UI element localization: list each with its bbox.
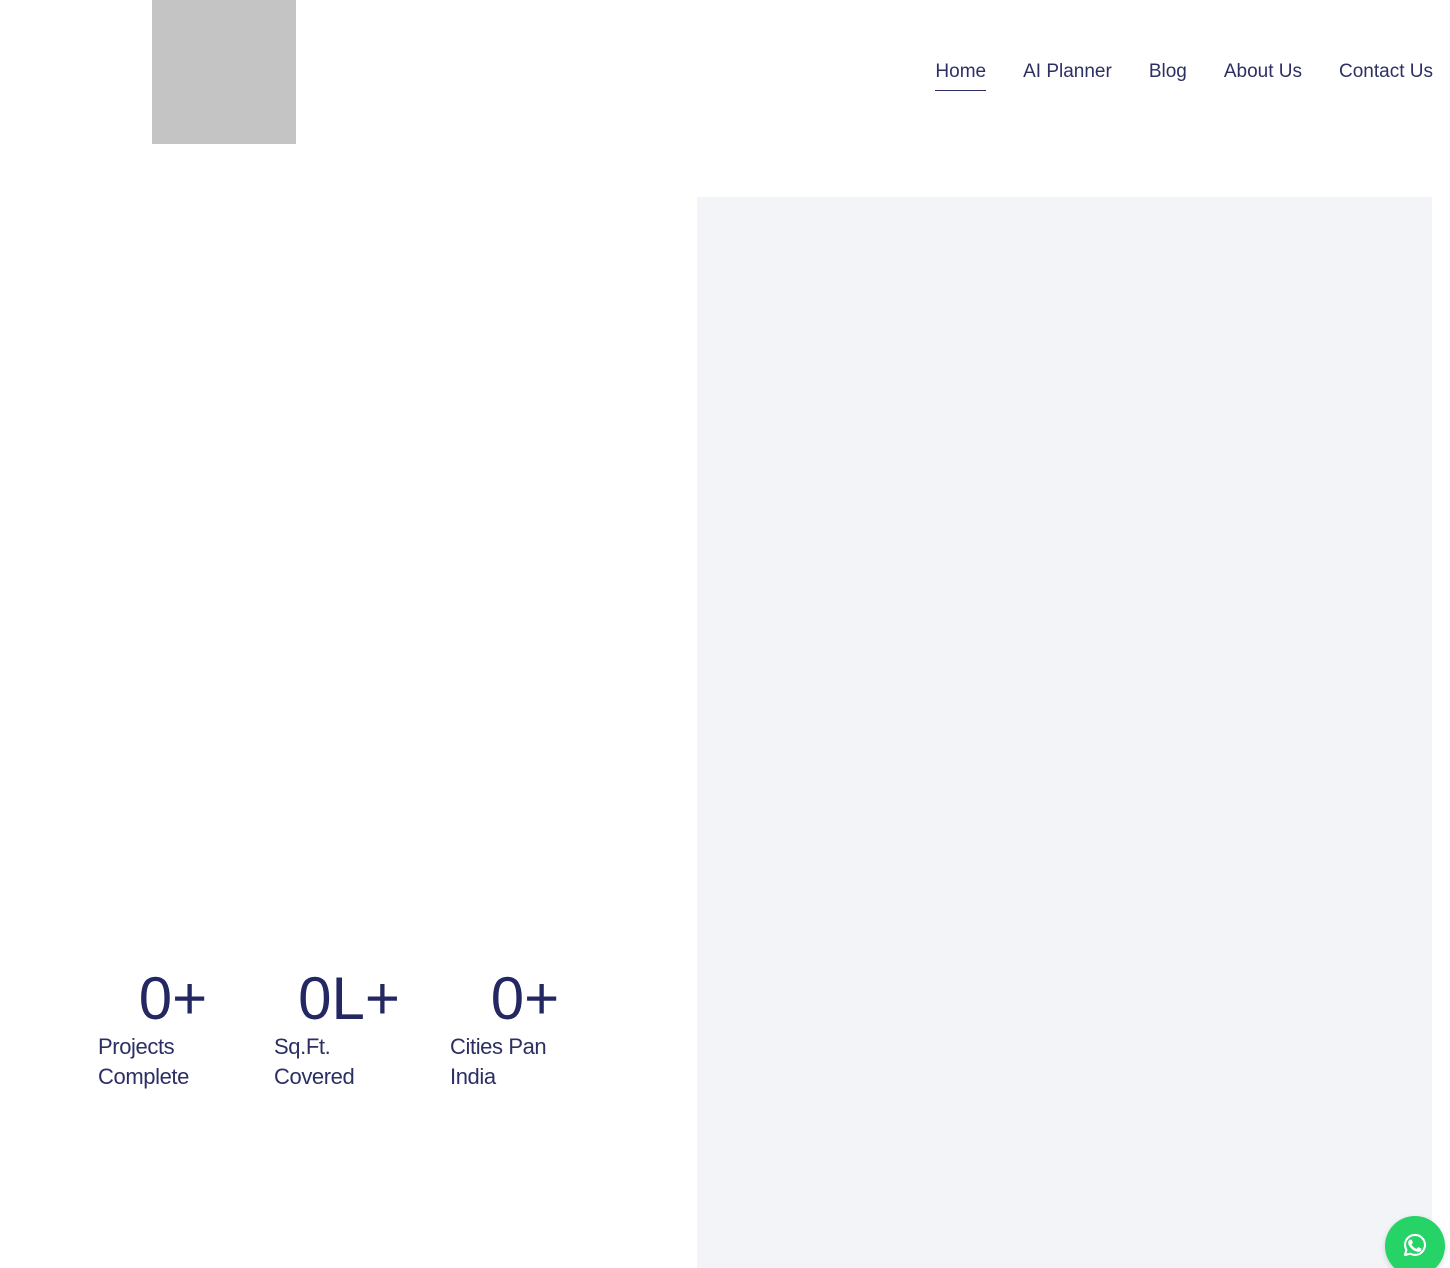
whatsapp-chat-button[interactable] (1385, 1216, 1445, 1268)
page: Home AI Planner Blog About Us Contact Us… (0, 0, 1450, 1268)
nav-about-us[interactable]: About Us (1224, 58, 1302, 90)
stat-cities-value: 0+ (490, 965, 560, 1032)
hero-image-panel (697, 197, 1432, 1268)
stat-projects: 0+ Projects Complete (98, 966, 274, 1092)
stat-area: 0L+ Sq.Ft. Covered (274, 966, 450, 1092)
stat-projects-value: 0+ (138, 965, 208, 1032)
stat-projects-label: Projects Complete (98, 1034, 189, 1089)
nav-ai-planner[interactable]: AI Planner (1023, 58, 1112, 90)
nav-contact-us[interactable]: Contact Us (1339, 58, 1433, 90)
stat-cities-label: Cities Pan India (450, 1034, 547, 1089)
nav-home[interactable]: Home (935, 58, 987, 91)
stat-cities: 0+ Cities Pan India (450, 966, 626, 1092)
nav-blog[interactable]: Blog (1149, 58, 1187, 90)
stats-row: 0+ Projects Complete 0L+ Sq.Ft. Covered … (98, 966, 626, 1092)
main-navigation: Home AI Planner Blog About Us Contact Us (935, 58, 1433, 91)
whatsapp-icon (1403, 1233, 1427, 1257)
stat-area-label: Sq.Ft. Covered (274, 1034, 355, 1089)
site-logo[interactable] (152, 0, 296, 144)
stat-area-value: 0L+ (298, 965, 400, 1032)
